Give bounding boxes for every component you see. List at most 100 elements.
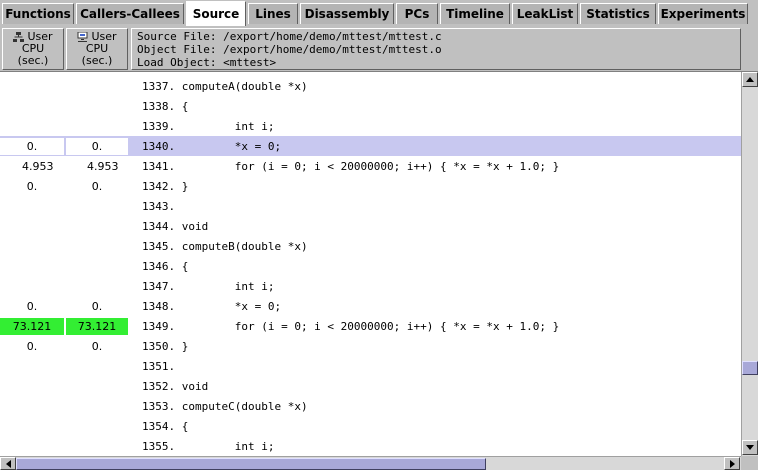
metric-2-value: [66, 278, 128, 295]
metric-1-value: 73.121: [0, 318, 64, 335]
source-line-row[interactable]: 1343.: [0, 196, 741, 216]
source-listing: 1337. computeA(double *x) 1338. { 1339. in…: [0, 76, 741, 456]
metric-1-value: [0, 438, 64, 455]
source-line-text: 1337. computeA(double *x): [142, 80, 308, 93]
metric-1-value: [0, 278, 64, 295]
metric-2-label-line3: (sec.): [81, 54, 113, 67]
metric-2-value: [66, 418, 128, 435]
metric-1-value: 0.: [26, 180, 38, 193]
source-line-row[interactable]: 4.953 4.953 1341. for (i = 0; i < 20000000…: [0, 156, 741, 176]
source-line-row[interactable]: 1352. void: [0, 376, 741, 396]
metric-1-value: 0.: [0, 138, 64, 155]
source-line-text: 1351.: [142, 360, 176, 373]
metric-1-value: [0, 218, 64, 235]
source-line-text: 1338. {: [142, 100, 189, 113]
metric-2-value: [66, 258, 128, 275]
tab-source[interactable]: Source: [186, 1, 246, 26]
tab-disassembly[interactable]: Disassembly: [300, 3, 394, 24]
source-line-text: 1353. computeC(double *x): [142, 400, 308, 413]
metric-2-value: 0.: [66, 138, 128, 155]
source-line-text: 1339. int i;: [142, 120, 275, 133]
source-line-row[interactable]: 1338. {: [0, 96, 741, 116]
source-line-row[interactable]: 1339. int i;: [0, 116, 741, 136]
metric-column-header-2[interactable]: User CPU (sec.): [66, 28, 128, 70]
metric-2-value: 0.: [91, 340, 103, 353]
tab-lines[interactable]: Lines: [248, 3, 298, 24]
source-line-text: 1349. for (i = 0; i < 20000000; i++) { *…: [142, 320, 560, 333]
metric-2-value: 73.121: [66, 318, 128, 335]
arrow-right-icon: [729, 459, 735, 468]
tab-functions[interactable]: Functions: [2, 3, 74, 24]
source-file-label: Source File: /export/home/demo/mttest/mt…: [137, 30, 442, 43]
metric-1-value: [0, 118, 64, 135]
source-line-text: 1341. for (i = 0; i < 20000000; i++) { *…: [142, 160, 560, 173]
scroll-left-button[interactable]: [0, 457, 16, 470]
source-line-text: 1352. void: [142, 380, 209, 393]
metric-2-value: [66, 118, 128, 135]
tab-bar: Functions Callers-Callees Source Lines D…: [0, 0, 758, 26]
horizontal-scrollbar[interactable]: [0, 456, 741, 470]
vertical-scrollbar[interactable]: [741, 72, 758, 456]
object-file-label: Object File: /export/home/demo/mttest/mt…: [137, 43, 442, 56]
source-line-row[interactable]: 1351.: [0, 356, 741, 376]
metric-2-value: 0.: [91, 300, 103, 313]
source-line-text: 1346. {: [142, 260, 189, 273]
metric-1-value: [0, 418, 64, 435]
arrow-up-icon: [746, 77, 754, 82]
source-line-row[interactable]: 1347. int i;: [0, 276, 741, 296]
arrow-down-icon: [746, 445, 754, 450]
source-line-row[interactable]: 1345. computeB(double *x): [0, 236, 741, 256]
arrow-left-icon: [5, 459, 11, 468]
source-line-row[interactable]: 1355. int i;: [0, 436, 741, 456]
metric-1-label-line3: (sec.): [17, 54, 49, 67]
source-line-text: 1348. *x = 0;: [142, 300, 282, 313]
tab-timeline[interactable]: Timeline: [440, 3, 510, 24]
metric-1-value: 0.: [26, 340, 38, 353]
tab-statistics[interactable]: Statistics: [580, 3, 656, 24]
source-line-row[interactable]: 1344. void: [0, 216, 741, 236]
tab-experiments[interactable]: Experiments: [658, 3, 748, 24]
tab-pcs[interactable]: PCs: [396, 3, 438, 24]
metric-1-value: [0, 238, 64, 255]
network-icon: [77, 32, 88, 42]
scroll-up-button[interactable]: [742, 72, 758, 87]
metric-1-value: [0, 98, 64, 115]
metric-2-value: [66, 398, 128, 415]
source-info-panel: Source File: /export/home/demo/mttest/mt…: [131, 28, 741, 70]
scroll-right-button[interactable]: [724, 457, 740, 470]
source-line-row[interactable]: 0. 0. 1340. *x = 0;: [0, 136, 741, 156]
source-line-text: 1354. {: [142, 420, 189, 433]
source-line-text: 1340. *x = 0;: [142, 140, 282, 153]
source-line-text: 1345. computeB(double *x): [142, 240, 308, 253]
metric-column-header-1[interactable]: User CPU (sec.): [2, 28, 64, 70]
source-line-text: 1342. }: [142, 180, 189, 193]
metric-2-value: [66, 218, 128, 235]
tab-leaklist[interactable]: LeakList: [512, 3, 578, 24]
metric-2-value: [66, 78, 128, 95]
source-line-row[interactable]: 1346. {: [0, 256, 741, 276]
source-line-text: 1347. int i;: [142, 280, 275, 293]
metric-2-value: 0.: [91, 180, 103, 193]
source-line-row[interactable]: 0. 0. 1348. *x = 0;: [0, 296, 741, 316]
tab-callers-callees[interactable]: Callers-Callees: [76, 3, 184, 24]
source-line-row[interactable]: 0. 0. 1350. }: [0, 336, 741, 356]
metric-1-value: 0.: [26, 300, 38, 313]
source-line-row[interactable]: 1353. computeC(double *x): [0, 396, 741, 416]
metric-2-value: [66, 358, 128, 375]
hierarchy-icon: [13, 32, 25, 42]
horizontal-scroll-thumb[interactable]: [16, 458, 486, 470]
source-line-row[interactable]: 0. 0. 1342. }: [0, 176, 741, 196]
metric-2-value: [66, 98, 128, 115]
metric-1-value: [0, 358, 64, 375]
source-line-row[interactable]: 1354. {: [0, 416, 741, 436]
metric-1-value: [0, 258, 64, 275]
metric-1-value: [0, 398, 64, 415]
metric-2-value: [66, 238, 128, 255]
source-line-row[interactable]: 73.121 73.121 1349. for (i = 0; i < 200000…: [0, 316, 741, 336]
scroll-down-button[interactable]: [742, 440, 758, 455]
vertical-scroll-thumb[interactable]: [742, 361, 758, 375]
source-line-text: 1355. int i;: [142, 440, 275, 453]
source-header: User CPU (sec.) User CPU (sec.) Source F…: [0, 26, 758, 72]
source-line-row[interactable]: 1337. computeA(double *x): [0, 76, 741, 96]
metric-1-value: [0, 78, 64, 95]
